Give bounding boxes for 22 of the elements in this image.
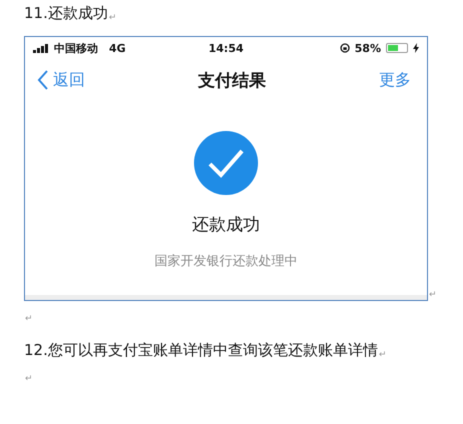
- paragraph-mark: ↵: [378, 349, 386, 361]
- result-subtitle: 国家开发银行还款处理中: [154, 253, 298, 270]
- back-button[interactable]: 返回: [37, 69, 85, 91]
- clock-time: 14:54: [208, 42, 244, 54]
- paragraph-text: 11.还款成功: [24, 3, 108, 24]
- page-title: 支付结果: [198, 70, 266, 92]
- carrier-name: 中国移动: [54, 40, 98, 56]
- network-type: 4G: [109, 42, 126, 54]
- paragraph-mark: ↵: [25, 373, 33, 385]
- rotation-lock-icon: [340, 43, 350, 53]
- paragraph-mark: ↵: [108, 12, 116, 24]
- paragraph-mark: ↵: [429, 289, 437, 301]
- charging-icon: [412, 43, 419, 53]
- chevron-left-icon: [37, 69, 49, 91]
- paragraph-mark: ↵: [25, 313, 33, 325]
- result-title: 还款成功: [192, 214, 260, 236]
- battery-percent: 58%: [354, 42, 381, 54]
- more-button[interactable]: 更多: [379, 70, 411, 90]
- paragraph-text: 12.您可以再支付宝账单详情中查询该笔还款账单详情: [24, 340, 378, 361]
- signal-icon: [33, 44, 49, 52]
- success-check-icon: [194, 131, 258, 195]
- battery-icon: [386, 43, 408, 53]
